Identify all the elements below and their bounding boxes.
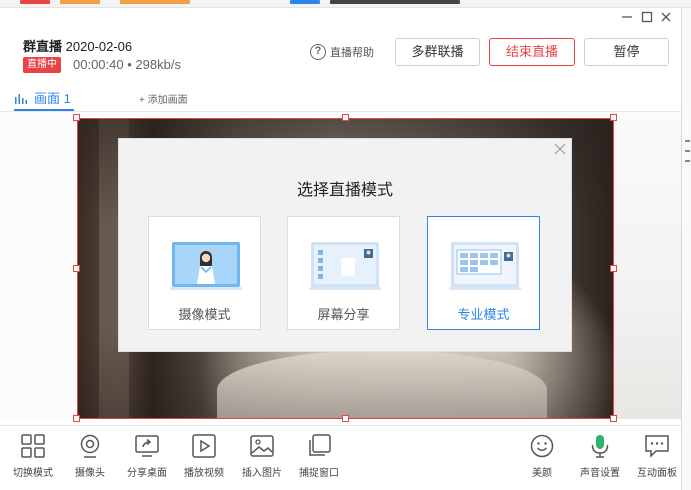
background-window-fragment: [60, 0, 100, 4]
play-video-label: 播放视频: [184, 468, 224, 479]
chat-icon: [645, 435, 669, 458]
maximize-icon[interactable]: [640, 10, 654, 24]
capture-window-label: 捕捉窗口: [299, 468, 339, 479]
live-help-link[interactable]: ? 直播帮助: [310, 44, 374, 60]
camera-icon: [80, 434, 100, 458]
interaction-panel-label: 互动面板: [637, 468, 677, 479]
canvas-background: [614, 112, 681, 419]
plus-icon: +: [139, 95, 145, 106]
image-icon: [250, 435, 274, 457]
mode-option-screen-share[interactable]: 屏幕分享: [287, 216, 400, 330]
background-window-fragment: [120, 0, 190, 4]
add-scene-button[interactable]: + 添加画面: [139, 91, 188, 106]
share-desktop-button[interactable]: 分享桌面: [117, 433, 177, 479]
minimize-icon[interactable]: [620, 10, 634, 24]
capture-window-button[interactable]: 捕捉窗口: [289, 433, 349, 479]
background-window-fragment: [330, 0, 460, 4]
audio-level-icon: [15, 93, 27, 104]
resize-handle[interactable]: [610, 114, 617, 121]
live-status-badge: 直播中: [23, 57, 61, 73]
camera-label: 摄像头: [75, 468, 105, 479]
tabs-divider: [0, 111, 681, 112]
background-window-strip: [0, 0, 691, 8]
audio-settings-label: 声音设置: [580, 468, 620, 479]
beauty-label: 美颜: [532, 468, 552, 479]
switch-mode-label: 切换模式: [13, 468, 53, 479]
microphone-icon: [591, 435, 609, 458]
resize-handle[interactable]: [73, 114, 80, 121]
tab-scene-1-label: 画面 1: [34, 91, 71, 106]
close-icon[interactable]: [659, 10, 673, 24]
smile-icon: [530, 434, 554, 458]
resize-handle[interactable]: [342, 415, 349, 422]
resize-handle[interactable]: [610, 415, 617, 422]
screen-share-illustration: [309, 242, 381, 290]
add-scene-label: 添加画面: [147, 95, 188, 106]
question-icon: ?: [310, 44, 326, 60]
switch-mode-button[interactable]: 切换模式: [3, 433, 63, 479]
live-stats: 00:00:40 • 298kb/s: [73, 57, 181, 72]
play-video-icon: [192, 434, 216, 458]
live-date: 2020-02-06: [65, 39, 133, 54]
dialog-title: 选择直播模式: [296, 182, 393, 199]
resize-handle[interactable]: [610, 265, 617, 272]
audio-settings-button[interactable]: 声音设置: [570, 433, 630, 479]
grid-icon: [21, 434, 45, 458]
share-desktop-icon: [135, 435, 159, 457]
mode-option-camera-label: 摄像模式: [178, 307, 231, 322]
camera-button[interactable]: 摄像头: [60, 433, 120, 479]
resize-handle[interactable]: [73, 265, 80, 272]
share-desktop-label: 分享桌面: [127, 468, 167, 479]
dialog-close-icon[interactable]: [553, 142, 567, 156]
camera-mode-illustration: [170, 242, 242, 290]
background-window-fragment: [290, 0, 320, 4]
live-title-text: 群直播: [23, 39, 63, 54]
mode-option-professional[interactable]: 专业模式: [427, 216, 540, 330]
background-window-fragment: [20, 0, 50, 4]
live-help-label: 直播帮助: [330, 47, 374, 59]
professional-mode-illustration: [449, 242, 521, 290]
resize-handle[interactable]: [342, 114, 349, 121]
live-title: 群直播 2020-02-06: [23, 36, 132, 55]
insert-image-label: 插入图片: [242, 468, 282, 479]
tab-scene-1[interactable]: 画面 1: [14, 88, 71, 107]
capture-window-icon: [309, 434, 331, 456]
end-live-button[interactable]: 结束直播: [489, 38, 575, 66]
live-duration: 00:00:40: [73, 57, 124, 72]
toolbar-divider: [0, 425, 681, 426]
pause-button[interactable]: 暂停: [584, 38, 669, 66]
multi-group-broadcast-button[interactable]: 多群联播: [395, 38, 480, 66]
background-window-edge: [681, 8, 691, 490]
mode-option-screen-share-label: 屏幕分享: [317, 307, 370, 322]
insert-image-button[interactable]: 插入图片: [232, 433, 292, 479]
interaction-panel-button[interactable]: 互动面板: [627, 433, 687, 479]
resize-handle[interactable]: [73, 415, 80, 422]
live-bitrate: 298kb/s: [135, 57, 181, 72]
stats-separator: •: [127, 57, 132, 72]
mode-option-professional-label: 专业模式: [457, 307, 510, 322]
beauty-button[interactable]: 美颜: [512, 433, 572, 479]
play-video-button[interactable]: 播放视频: [174, 433, 234, 479]
mode-option-camera[interactable]: 摄像模式: [148, 216, 261, 330]
canvas-background: [0, 112, 77, 419]
